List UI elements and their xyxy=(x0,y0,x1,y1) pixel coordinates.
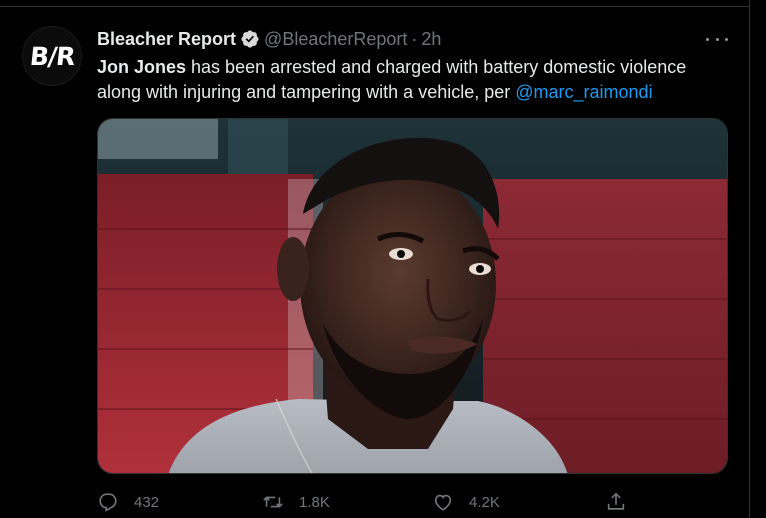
tweet-text-bold: Jon Jones xyxy=(97,57,187,77)
right-divider xyxy=(749,0,750,518)
display-name[interactable]: Bleacher Report xyxy=(97,29,236,50)
like-count: 4.2K xyxy=(469,493,500,511)
handle[interactable]: @BleacherReport xyxy=(264,29,407,50)
tweet-header: Bleacher Report @BleacherReport · 2h xyxy=(97,27,441,51)
verified-badge-icon xyxy=(240,29,260,49)
avatar-logo: B/R xyxy=(28,41,76,71)
share-button[interactable] xyxy=(605,488,642,516)
top-divider xyxy=(0,6,750,7)
retweet-icon xyxy=(263,496,283,508)
retweet-count: 1.8K xyxy=(299,493,330,511)
more-dot xyxy=(706,37,709,41)
like-button[interactable]: 4.2K xyxy=(432,488,500,516)
tweet-actions: 432 1.8K 4.2K xyxy=(97,488,737,516)
photo-illustration xyxy=(98,119,727,473)
share-icon xyxy=(607,492,625,510)
separator-dot: · xyxy=(411,28,418,49)
heart-icon xyxy=(434,494,452,511)
retweet-button[interactable]: 1.8K xyxy=(262,488,330,516)
more-dot xyxy=(725,37,728,41)
tweet-image[interactable] xyxy=(97,118,728,474)
reply-icon xyxy=(99,493,117,512)
avatar[interactable]: B/R xyxy=(22,26,82,86)
reply-count: 432 xyxy=(134,493,160,511)
more-dot xyxy=(715,37,719,41)
more-options-icon[interactable] xyxy=(706,29,728,49)
mention-link[interactable]: @marc_raimondi xyxy=(515,82,652,102)
tweet-text: Jon Jones has been arrested and charged … xyxy=(97,55,727,105)
timestamp[interactable]: 2h xyxy=(421,29,441,50)
reply-button[interactable]: 432 xyxy=(97,488,159,516)
tweet-container[interactable]: B/R Bleacher Report @BleacherReport · 2h… xyxy=(0,0,766,518)
